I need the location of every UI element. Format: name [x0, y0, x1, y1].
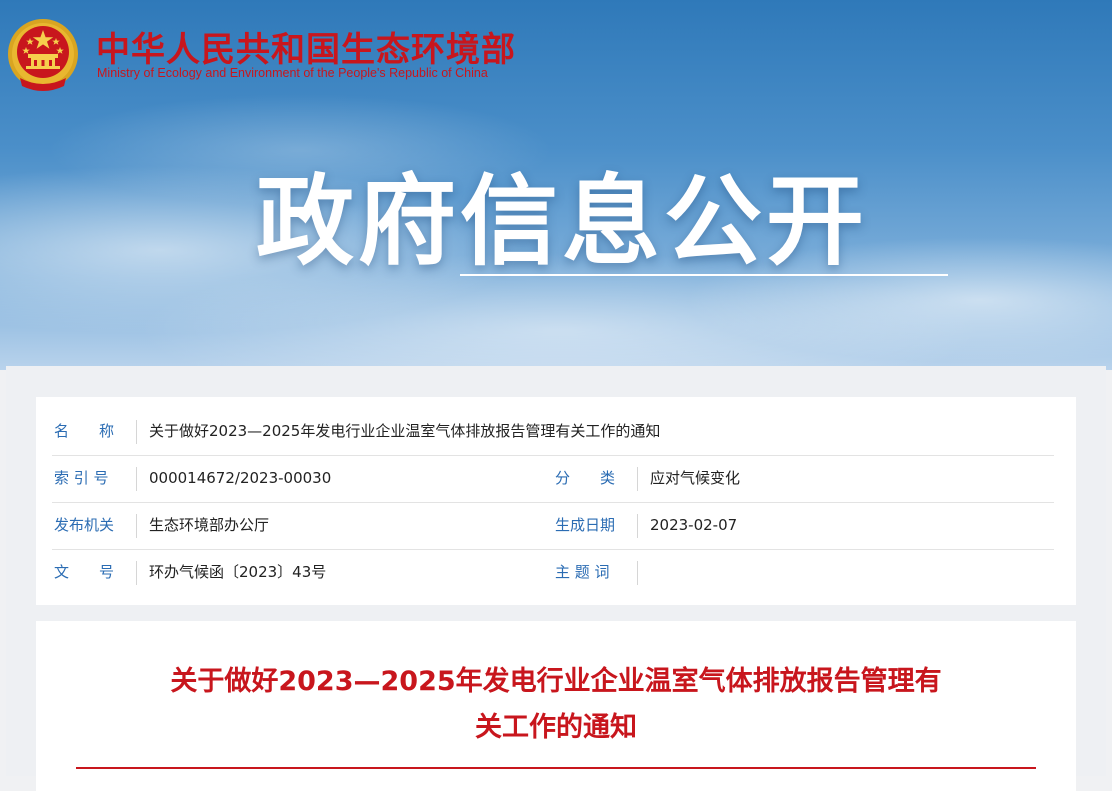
- issuer-label: 发布机关: [54, 516, 115, 534]
- site-name-en[interactable]: Ministry of Ecology and Environment of t…: [97, 66, 488, 80]
- index-value: 000014672/2023-00030: [149, 469, 332, 487]
- article-title-line-1: 关于做好2023—2025年发电行业企业温室气体排放报告管理有: [170, 666, 942, 697]
- article-title-divider: [76, 767, 1036, 769]
- document-metadata-table: 名 称 关于做好2023—2025年发电行业企业温室气体排放报告管理有关工作的通…: [36, 397, 1076, 605]
- cell-divider: [136, 467, 137, 491]
- cell-divider: [637, 561, 638, 585]
- issuer-value: 生态环境部办公厅: [149, 516, 270, 534]
- meta-row-issuer: 发布机关 生态环境部办公厅 生成日期 2023-02-07: [52, 502, 1054, 550]
- name-label: 名 称: [54, 422, 115, 440]
- name-value: 关于做好2023—2025年发电行业企业温室气体排放报告管理有关工作的通知: [149, 422, 661, 440]
- category-value: 应对气候变化: [650, 469, 741, 487]
- date-label: 生成日期: [555, 516, 616, 534]
- national-emblem-icon[interactable]: [6, 16, 80, 94]
- keywords-label: 主 题 词: [555, 563, 610, 581]
- banner-title-underline: [460, 274, 948, 276]
- cell-divider: [637, 467, 638, 491]
- article-title-line-2: 关工作的通知: [475, 712, 637, 743]
- cell-divider: [136, 561, 137, 585]
- date-value: 2023-02-07: [650, 516, 738, 534]
- index-label: 索 引 号: [54, 469, 109, 487]
- cell-divider: [637, 514, 638, 538]
- doc-no-label: 文 号: [54, 563, 115, 581]
- header-banner: 中华人民共和国生态环境部 Ministry of Ecology and Env…: [0, 0, 1112, 370]
- category-label: 分 类: [555, 469, 616, 487]
- meta-row-doc-no: 文 号 环办气候函〔2023〕43号 主 题 词: [52, 549, 1054, 596]
- cell-divider: [136, 514, 137, 538]
- doc-no-value: 环办气候函〔2023〕43号: [149, 563, 327, 581]
- cell-divider: [136, 420, 137, 444]
- meta-row-index: 索 引 号 000014672/2023-00030 分 类 应对气候变化: [52, 455, 1054, 503]
- banner-title: 政府信息公开: [256, 165, 869, 279]
- site-name-cn[interactable]: 中华人民共和国生态环境部: [96, 22, 516, 71]
- article-title: 关于做好2023—2025年发电行业企业温室气体排放报告管理有 关工作的通知: [36, 659, 1076, 751]
- meta-row-name: 名 称 关于做好2023—2025年发电行业企业温室气体排放报告管理有关工作的通…: [52, 408, 1054, 456]
- article-panel: 关于做好2023—2025年发电行业企业温室气体排放报告管理有 关工作的通知: [36, 621, 1076, 791]
